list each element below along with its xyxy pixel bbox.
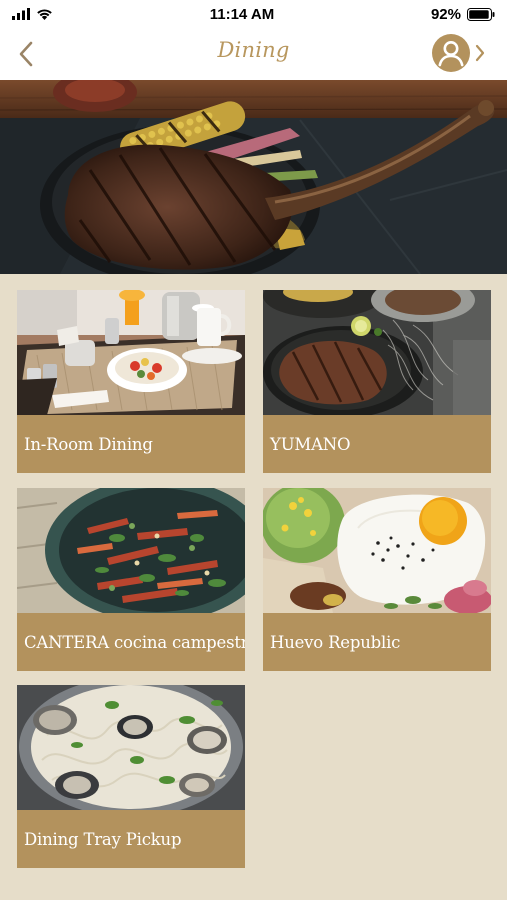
venue-label: CANTERA cocina campestre: [17, 613, 245, 671]
venue-photo: [17, 290, 245, 415]
venue-card-dining-tray-pickup[interactable]: Dining Tray Pickup: [17, 685, 245, 868]
wifi-icon: [37, 9, 52, 20]
venue-card-cantera[interactable]: CANTERA cocina campestre: [17, 488, 245, 671]
battery-percent: 92%: [430, 5, 461, 23]
venue-card-in-room-dining[interactable]: In-Room Dining: [17, 290, 245, 473]
venue-photo: [17, 488, 245, 613]
status-right: 92%: [431, 6, 495, 23]
venue-photo: [17, 685, 245, 810]
venue-card-yumano[interactable]: YUMANO: [263, 290, 491, 473]
venue-photo: [263, 488, 491, 613]
venue-label: In-Room Dining: [17, 415, 245, 473]
venue-label: Huevo Republic: [263, 613, 491, 671]
venue-label: Dining Tray Pickup: [17, 810, 245, 868]
nav-bar: Dining: [0, 28, 507, 80]
profile-button[interactable]: [431, 32, 485, 74]
status-bar: 11:14 AM 92%: [0, 0, 507, 28]
hero-banner-image: [0, 80, 507, 274]
user-circle-icon: [432, 34, 470, 72]
venue-card-huevo-republic[interactable]: Huevo Republic: [263, 488, 491, 671]
battery-icon: [466, 7, 495, 21]
signal-icon: [12, 8, 30, 20]
venue-label: YUMANO: [263, 415, 491, 473]
chevron-right-icon: [475, 44, 485, 62]
status-left: [12, 8, 53, 20]
venue-photo: [263, 290, 491, 415]
status-time: 11:14 AM: [209, 5, 275, 23]
